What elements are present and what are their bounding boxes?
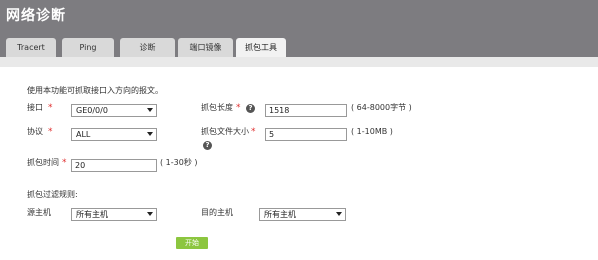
interface-select[interactable]: GE0/0/0 (71, 104, 157, 117)
protocol-select-value: ALL (76, 130, 91, 139)
capture-file-size-label: 抓包文件大小 (201, 127, 249, 136)
page-title: 网络诊断 (6, 8, 66, 24)
tab-port-mirroring[interactable]: 端口镜像 (178, 38, 233, 57)
capture-length-label: 抓包长度 (201, 103, 233, 112)
tab-ping[interactable]: Ping (62, 38, 114, 57)
dest-host-select[interactable]: 所有主机 (259, 208, 346, 221)
interface-label: 接口 (27, 103, 43, 112)
protocol-select[interactable]: ALL (71, 128, 157, 141)
capture-time-input[interactable]: 20 (71, 159, 157, 172)
interface-select-value: GE0/0/0 (76, 106, 108, 115)
interface-required-mark: * (48, 103, 53, 113)
capture-length-help-icon[interactable]: ? (246, 104, 255, 113)
source-host-select[interactable]: 所有主机 (71, 208, 157, 221)
chevron-down-icon (147, 212, 153, 216)
tab-diagnose[interactable]: 诊断 (120, 38, 175, 57)
dest-host-select-value: 所有主机 (264, 210, 296, 219)
source-host-select-value: 所有主机 (76, 210, 108, 219)
capture-file-size-hint: ( 1-10MB ) (351, 127, 393, 136)
panel-top-strip (0, 57, 598, 67)
tab-bar: Tracert Ping 诊断 端口镜像 抓包工具 (0, 31, 598, 57)
chevron-down-icon (147, 108, 153, 112)
capture-file-size-required-mark: * (251, 127, 256, 137)
tab-packet-capture[interactable]: 抓包工具 (236, 38, 286, 57)
capture-file-size-input[interactable]: 5 (265, 128, 347, 141)
dest-host-label: 目的主机 (201, 208, 233, 217)
protocol-label: 协议 (27, 127, 43, 136)
capture-time-label: 抓包时间 (27, 158, 59, 167)
header-bar: 网络诊断 (0, 0, 598, 31)
start-button[interactable]: 开始 (176, 237, 208, 249)
capture-length-input[interactable]: 1518 (265, 104, 347, 117)
description-text: 使用本功能可抓取接口入方向的报文。 (27, 86, 163, 95)
source-host-label: 源主机 (27, 208, 51, 217)
filter-rules-title: 抓包过滤规则: (27, 190, 78, 199)
packet-capture-panel: 使用本功能可抓取接口入方向的报文。 接口 * GE0/0/0 抓包长度 * ? … (0, 57, 598, 260)
tab-tracert[interactable]: Tracert (6, 38, 56, 57)
capture-time-required-mark: * (62, 158, 67, 168)
protocol-required-mark: * (48, 127, 53, 137)
capture-time-hint: ( 1-30秒 ) (160, 158, 198, 167)
capture-file-size-help-icon[interactable]: ? (203, 141, 212, 150)
capture-length-hint: ( 64-8000字节 ) (351, 103, 412, 112)
capture-length-required-mark: * (236, 103, 241, 113)
chevron-down-icon (147, 132, 153, 136)
chevron-down-icon (336, 212, 342, 216)
